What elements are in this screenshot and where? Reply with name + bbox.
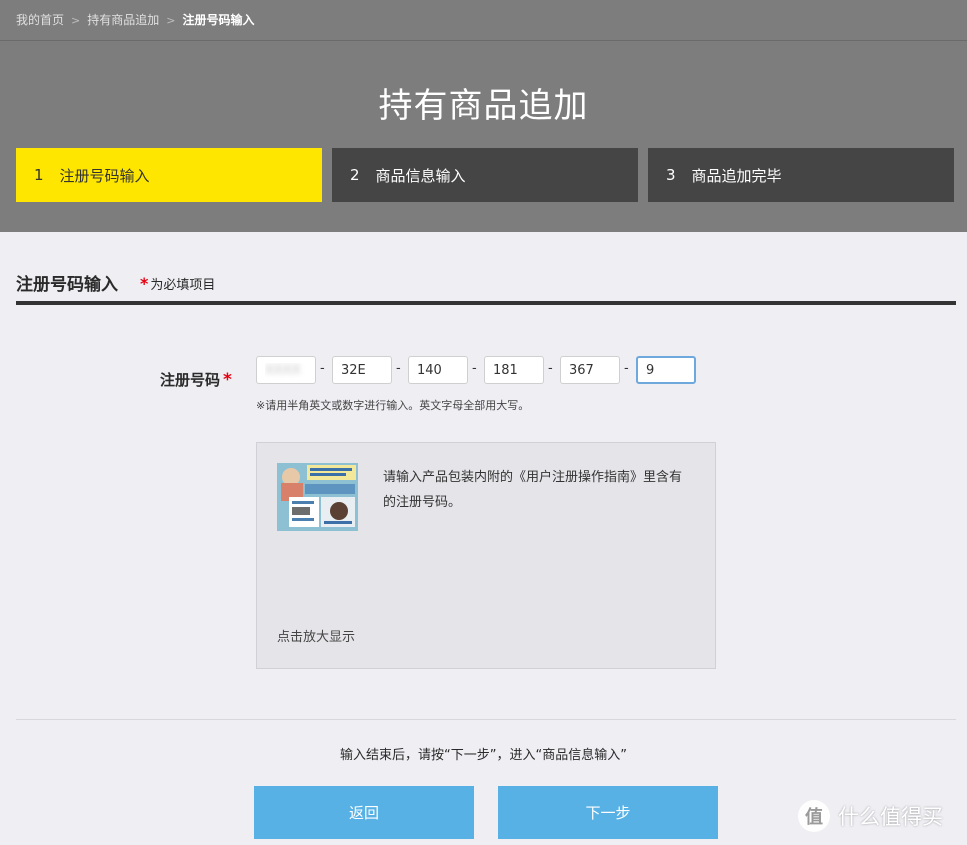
watermark-text: 什么值得买: [838, 805, 943, 829]
input-hint: ※请用半角英文或数字进行输入。英文字母全部用大写。: [256, 399, 530, 412]
field-label-text: 注册号码: [160, 371, 221, 389]
breadcrumb-separator: >: [71, 14, 81, 27]
guide-description: 请输入产品包装内附的《用户注册操作指南》里含有的注册号码。: [383, 470, 683, 510]
code-field-2[interactable]: [332, 356, 392, 384]
next-button[interactable]: 下一步: [498, 786, 718, 839]
code-separator: -: [472, 361, 477, 376]
required-star: *: [140, 274, 149, 293]
code-field-3[interactable]: [408, 356, 468, 384]
page-title: 持有商品追加: [378, 86, 589, 126]
code-separator: -: [624, 361, 629, 376]
step-1-registration-number: 1 注册号码输入: [16, 148, 322, 202]
code-field-4[interactable]: [484, 356, 544, 384]
watermark: 值 什么值得买: [798, 800, 943, 832]
guide-thumbnail-graphic: [277, 463, 358, 531]
step-label: 注册号码输入: [59, 166, 150, 185]
breadcrumb: 我的首页 > 持有商品追加 > 注册号码输入: [16, 11, 254, 28]
guide-panel: 请输入产品包装内附的《用户注册操作指南》里含有的注册号码。 点击放大显示: [256, 442, 716, 669]
breadcrumb-home-link[interactable]: 我的首页: [16, 13, 64, 27]
required-note: * 为必填项目: [140, 274, 215, 293]
required-note-text: 为必填项目: [150, 278, 216, 293]
code-field-1[interactable]: [256, 356, 316, 384]
code-field-5[interactable]: [560, 356, 620, 384]
guide-thumbnail-image[interactable]: [277, 463, 358, 531]
breadcrumb-add-product-link[interactable]: 持有商品追加: [87, 13, 159, 27]
step-number: 3: [666, 166, 676, 184]
page-header: 我的首页 > 持有商品追加 > 注册号码输入 持有商品追加 1 注册号码输入 2 商品信…: [0, 0, 967, 232]
step-2-product-info: 2 商品信息输入: [332, 148, 638, 202]
bottom-divider: [16, 719, 956, 720]
code-separator: -: [396, 361, 401, 376]
next-step-instruction: 输入结束后，请按“下一步”，进入“商品信息输入”: [340, 748, 627, 763]
breadcrumb-separator: >: [166, 14, 176, 27]
required-star: *: [223, 370, 232, 390]
watermark-logo: 值: [798, 800, 830, 832]
section-title: 注册号码输入: [16, 275, 118, 295]
back-button[interactable]: 返回: [254, 786, 474, 839]
step-number: 2: [350, 166, 360, 184]
step-number: 1: [34, 166, 44, 184]
step-label: 商品信息输入: [375, 166, 466, 185]
header-divider: [0, 40, 967, 41]
step-3-complete: 3 商品追加完毕: [648, 148, 954, 202]
breadcrumb-current: 注册号码输入: [182, 13, 255, 27]
registration-number-label: 注册号码 *: [160, 369, 232, 390]
code-field-6[interactable]: [636, 356, 696, 384]
step-label: 商品追加完毕: [691, 166, 782, 185]
zoom-link[interactable]: 点击放大显示: [277, 626, 355, 645]
code-separator: -: [548, 361, 553, 376]
section-divider: [16, 301, 956, 305]
code-separator: -: [320, 361, 325, 376]
